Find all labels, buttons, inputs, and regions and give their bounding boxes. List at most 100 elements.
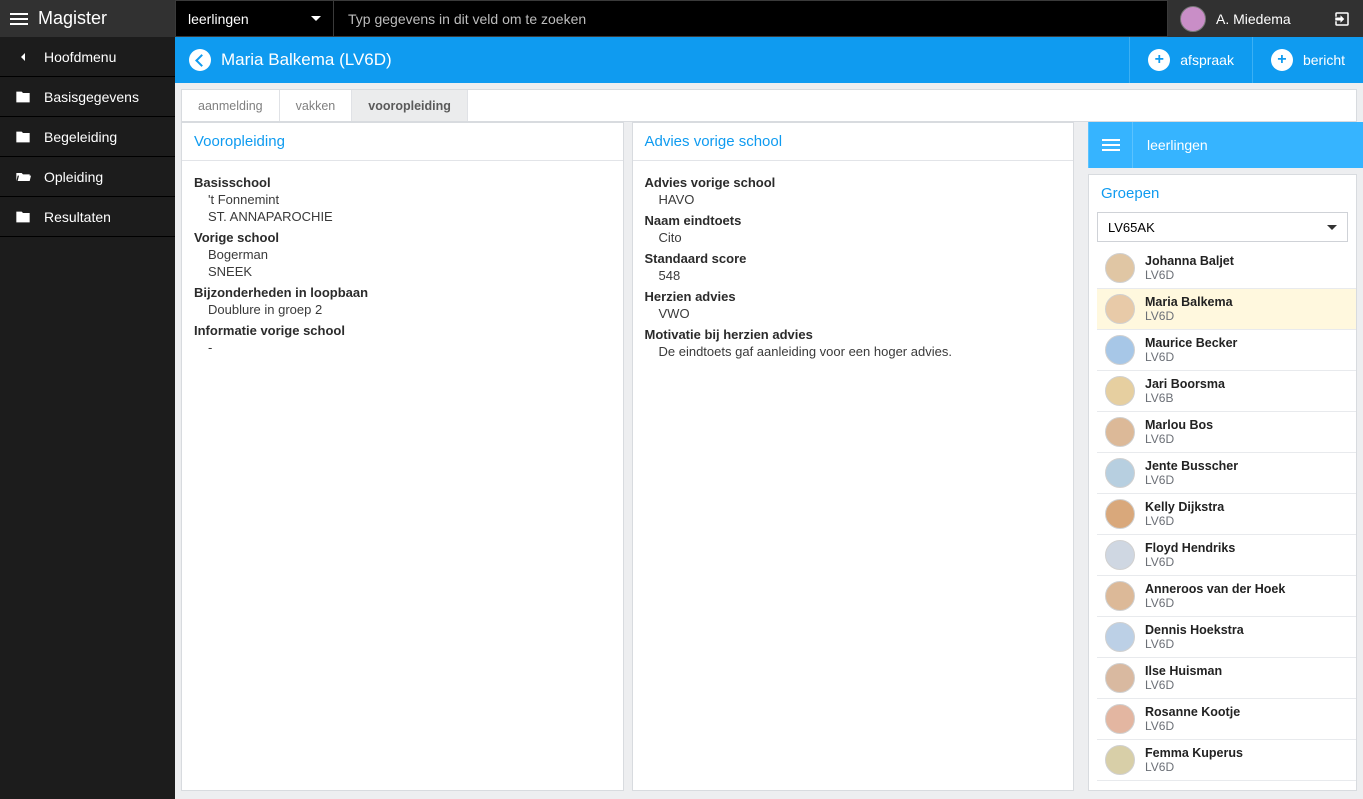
search-input[interactable]: [334, 1, 1167, 36]
student-name: Femma Kuperus: [1145, 746, 1243, 760]
chevron-down-icon: [1327, 225, 1337, 230]
field-value: Doublure in groep 2: [208, 302, 611, 317]
student-class: LV6B: [1145, 391, 1225, 405]
avatar: [1105, 417, 1135, 447]
student-row[interactable]: Jari BoorsmaLV6B: [1097, 370, 1356, 411]
avatar: [1105, 663, 1135, 693]
tab-aanmelding[interactable]: aanmelding: [182, 90, 280, 121]
bericht-button[interactable]: +bericht: [1252, 37, 1363, 83]
folder-icon: [14, 89, 32, 105]
student-class: LV6D: [1145, 678, 1222, 692]
student-class: LV6D: [1145, 514, 1224, 528]
right-rail-title: leerlingen: [1133, 137, 1222, 153]
search-mode-dropdown[interactable]: leerlingen: [176, 1, 334, 36]
field-label: Vorige school: [194, 230, 611, 245]
brand-area[interactable]: Magister: [0, 0, 175, 37]
sidebar-item-hoofdmenu[interactable]: Hoofdmenu: [0, 37, 175, 77]
logout-icon[interactable]: [1333, 10, 1351, 28]
student-name: Anneroos van der Hoek: [1145, 582, 1285, 596]
panel-title: Advies vorige school: [633, 123, 1074, 161]
student-row[interactable]: Jente BusscherLV6D: [1097, 452, 1356, 493]
avatar: [1105, 540, 1135, 570]
action-label: afspraak: [1180, 52, 1234, 68]
panel-title: Vooropleiding: [182, 123, 623, 161]
student-class: LV6D: [1145, 432, 1213, 446]
avatar: [1180, 6, 1206, 32]
student-name: Marlou Bos: [1145, 418, 1213, 432]
student-name: Jente Busscher: [1145, 459, 1238, 473]
sidebar-item-begeleiding[interactable]: Begeleiding: [0, 117, 175, 157]
student-list[interactable]: Johanna BaljetLV6DMaria BalkemaLV6DMauri…: [1097, 248, 1356, 782]
student-row[interactable]: Johanna BaljetLV6D: [1097, 248, 1356, 288]
student-class: LV6D: [1145, 637, 1244, 651]
folder-open-icon: [14, 169, 32, 185]
student-row[interactable]: Kelly DijkstraLV6D: [1097, 493, 1356, 534]
group-select[interactable]: LV65AK: [1097, 212, 1348, 242]
student-row[interactable]: Janna SchuhmacherLV6D: [1097, 780, 1356, 782]
search-mode-label: leerlingen: [188, 11, 249, 27]
field-value: De eindtoets gaf aanleiding voor een hog…: [659, 344, 1062, 359]
field-label: Standaard score: [645, 251, 1062, 266]
avatar: [1105, 704, 1135, 734]
plus-icon: +: [1148, 49, 1170, 71]
sidebar-item-label: Begeleiding: [44, 129, 117, 145]
field-value: VWO: [659, 306, 1062, 321]
student-class: LV6D: [1145, 760, 1243, 774]
sidebar-item-resultaten[interactable]: Resultaten: [0, 197, 175, 237]
student-name: Floyd Hendriks: [1145, 541, 1235, 555]
student-row[interactable]: Dennis HoekstraLV6D: [1097, 616, 1356, 657]
student-row[interactable]: Anneroos van der HoekLV6D: [1097, 575, 1356, 616]
student-row[interactable]: Marlou BosLV6D: [1097, 411, 1356, 452]
chevron-down-icon: [311, 16, 321, 21]
sidebar-item-basisgegevens[interactable]: Basisgegevens: [0, 77, 175, 117]
tab-vooropleiding[interactable]: vooropleiding: [352, 90, 468, 121]
student-name: Johanna Baljet: [1145, 254, 1234, 268]
chevron-left-icon: [14, 49, 32, 65]
student-row[interactable]: Floyd HendriksLV6D: [1097, 534, 1356, 575]
sidebar-item-label: Resultaten: [44, 209, 111, 225]
student-name: Kelly Dijkstra: [1145, 500, 1224, 514]
back-button[interactable]: [189, 49, 211, 71]
student-row[interactable]: Ilse HuismanLV6D: [1097, 657, 1356, 698]
field-label: Bijzonderheden in loopbaan: [194, 285, 611, 300]
student-row[interactable]: Maurice BeckerLV6D: [1097, 329, 1356, 370]
student-class: LV6D: [1145, 309, 1233, 323]
right-rail-toggle[interactable]: [1089, 122, 1133, 168]
avatar: [1105, 335, 1135, 365]
student-row[interactable]: Femma KuperusLV6D: [1097, 739, 1356, 780]
field-label: Motivatie bij herzien advies: [645, 327, 1062, 342]
sidebar-item-label: Opleiding: [44, 169, 103, 185]
student-class: LV6D: [1145, 719, 1240, 733]
tab-vakken[interactable]: vakken: [280, 90, 353, 121]
action-label: bericht: [1303, 52, 1345, 68]
panel-vooropleiding: Vooropleiding Basisschool't FonnemintST.…: [181, 122, 624, 791]
user-name: A. Miedema: [1216, 11, 1291, 27]
avatar: [1105, 294, 1135, 324]
avatar: [1105, 253, 1135, 283]
student-name: Dennis Hoekstra: [1145, 623, 1244, 637]
afspraak-button[interactable]: + afspraak: [1129, 37, 1252, 83]
folder-icon: [14, 129, 32, 145]
user-area[interactable]: A. Miedema: [1168, 0, 1363, 37]
folder-icon: [14, 209, 32, 225]
topbar: Magister leerlingen A. Miedema: [0, 0, 1363, 37]
right-rail: leerlingen Groepen LV65AK Johanna Baljet…: [1088, 122, 1363, 791]
page-title: Maria Balkema (LV6D): [221, 50, 392, 70]
avatar: [1105, 581, 1135, 611]
field-value: Cito: [659, 230, 1062, 245]
field-value: SNEEK: [208, 264, 611, 279]
group-selected: LV65AK: [1108, 220, 1155, 235]
card-title: Groepen: [1089, 175, 1356, 212]
sidebar-item-label: Hoofdmenu: [44, 49, 116, 65]
field-value: 548: [659, 268, 1062, 283]
tabs: aanmeldingvakkenvooropleiding: [181, 89, 1357, 122]
avatar: [1105, 376, 1135, 406]
menu-icon[interactable]: [10, 12, 28, 26]
sidebar-item-opleiding[interactable]: Opleiding: [0, 157, 175, 197]
menu-icon: [1102, 138, 1120, 152]
student-row[interactable]: Rosanne KootjeLV6D: [1097, 698, 1356, 739]
student-row[interactable]: Maria BalkemaLV6D: [1097, 288, 1356, 329]
student-class: LV6D: [1145, 350, 1237, 364]
avatar: [1105, 622, 1135, 652]
field-value: HAVO: [659, 192, 1062, 207]
